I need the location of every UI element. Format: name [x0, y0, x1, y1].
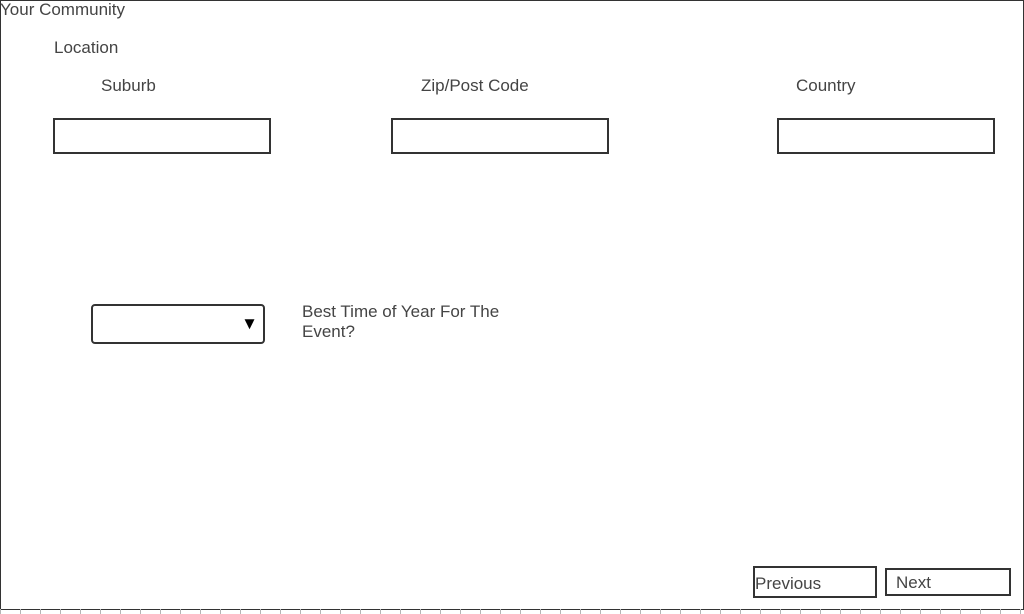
- previous-button-label: Previous: [755, 574, 822, 593]
- country-label: Country: [796, 76, 856, 95]
- event-time-select[interactable]: ▼: [91, 304, 265, 344]
- suburb-label: Suburb: [101, 76, 156, 95]
- previous-button[interactable]: Previous: [753, 566, 877, 598]
- next-button-label: Next: [896, 573, 931, 592]
- suburb-input[interactable]: [53, 118, 271, 154]
- next-button[interactable]: Next: [885, 568, 1011, 596]
- triangle-down-icon: ▼: [241, 314, 258, 333]
- bottom-ruler: [0, 609, 1024, 614]
- event-time-question: Best Time of Year For The Event?: [302, 302, 500, 341]
- country-input[interactable]: [777, 118, 995, 154]
- postcode-label: Zip/Post Code: [421, 76, 529, 95]
- location-heading: Location: [54, 38, 119, 57]
- postcode-input[interactable]: [391, 118, 609, 154]
- page-title: Your Community: [0, 0, 126, 19]
